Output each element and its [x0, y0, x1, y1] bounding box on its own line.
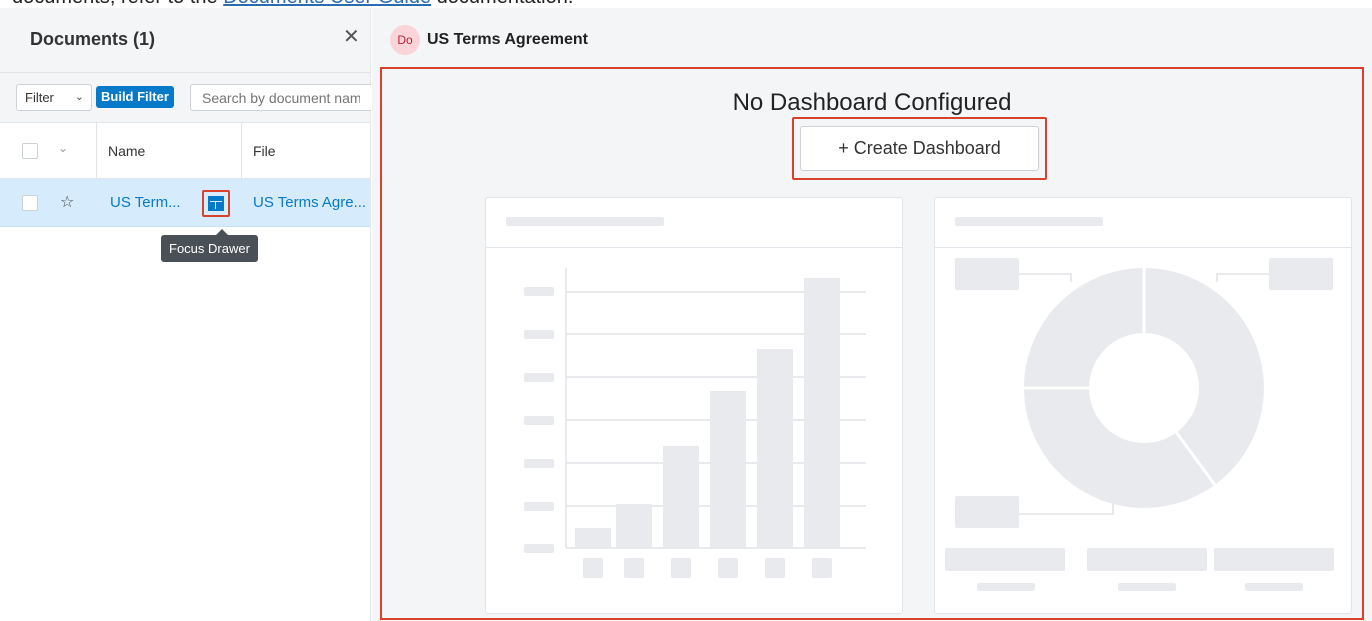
top-strip: documents, refer to the Documents User G…	[0, 0, 1372, 8]
top-strip-text: documents, refer to the Documents User G…	[12, 0, 573, 8]
list-header: Documents (1) ✕	[0, 8, 370, 73]
documents-list-panel: Documents (1) ✕ Filter ⌄ Build Filter ⌄ …	[0, 8, 371, 621]
column-header-name[interactable]: Name	[108, 143, 145, 159]
column-header-file[interactable]: File	[253, 143, 276, 159]
document-file-link[interactable]: US Terms Agre...	[253, 194, 366, 211]
filter-dropdown[interactable]: Filter ⌄	[16, 84, 92, 111]
build-filter-button[interactable]: Build Filter	[96, 86, 174, 108]
table-header: ⌄ Name File	[0, 123, 370, 179]
close-icon[interactable]: ✕	[343, 24, 360, 49]
card-header	[935, 198, 1351, 248]
focus-drawer-icon[interactable]	[202, 190, 230, 217]
select-all-checkbox[interactable]	[22, 143, 38, 159]
search-input[interactable]	[190, 84, 371, 111]
filter-bar: Filter ⌄ Build Filter	[0, 73, 371, 123]
top-strip-text-after: documentation.	[431, 0, 574, 8]
row-checkbox[interactable]	[22, 195, 38, 211]
column-divider	[96, 123, 97, 179]
title-placeholder	[955, 217, 1103, 226]
card-header	[486, 198, 902, 248]
module-badge: Do	[390, 25, 420, 55]
title-placeholder	[506, 217, 664, 226]
create-dashboard-button[interactable]: + Create Dashboard	[800, 126, 1039, 171]
chevron-down-icon: ⌄	[74, 91, 84, 103]
table-row[interactable]: ☆ US Term... US Terms Agre...	[0, 179, 370, 227]
donut-chart-placeholder-card	[934, 197, 1352, 614]
drawer-header: Do US Terms Agreement	[372, 8, 1372, 65]
create-dashboard-highlight: + Create Dashboard	[792, 117, 1047, 180]
bar-chart-placeholder-card	[485, 197, 903, 614]
document-name-link[interactable]: US Term...	[110, 194, 181, 211]
star-icon[interactable]: ☆	[60, 192, 74, 212]
dashboard-area: No Dashboard Configured + Create Dashboa…	[380, 67, 1364, 620]
filter-label: Filter	[25, 90, 54, 105]
focus-drawer-panel: Do US Terms Agreement No Dashboard Confi…	[372, 8, 1372, 621]
no-dashboard-title: No Dashboard Configured	[732, 89, 1012, 116]
focus-drawer-tooltip: Focus Drawer	[161, 229, 258, 262]
top-strip-text-before: documents, refer to the	[12, 0, 223, 8]
donut-chart-placeholder-graphic	[945, 258, 1334, 591]
column-divider	[241, 123, 242, 179]
bar-chart-placeholder-graphic	[524, 268, 866, 578]
documents-user-guide-link[interactable]: Documents User Guide	[223, 0, 431, 8]
chevron-down-icon[interactable]: ⌄	[58, 141, 68, 155]
list-title: Documents (1)	[30, 29, 156, 49]
record-title: US Terms Agreement	[427, 31, 588, 48]
